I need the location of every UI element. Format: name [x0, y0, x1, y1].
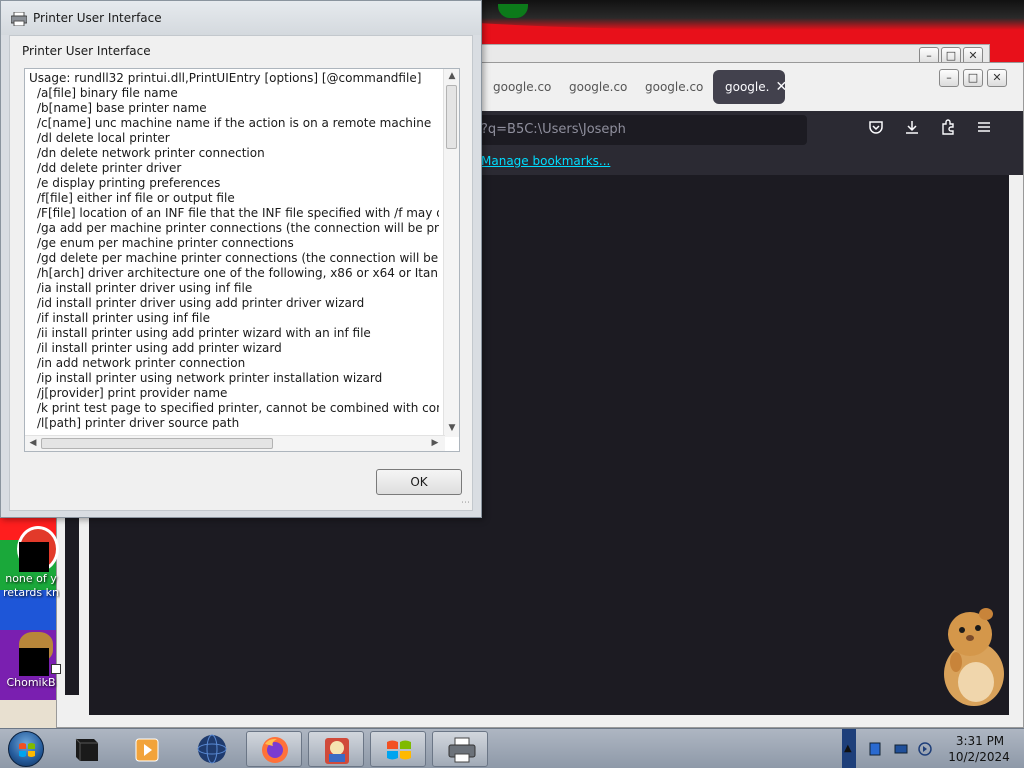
start-button[interactable]	[8, 731, 44, 767]
browser-tab-label: google.co	[493, 80, 552, 94]
taskbar-firefox-button[interactable]	[246, 731, 302, 767]
browser-tab-label: google.co	[645, 80, 704, 94]
pocket-icon[interactable]	[865, 119, 887, 141]
usage-text-box[interactable]: Usage: rundll32 printui.dll,PrintUIEntry…	[24, 68, 460, 452]
address-bar[interactable]: ?q=B5C:\Users\Joseph	[479, 115, 807, 145]
browser-tab-label: google.co	[569, 80, 628, 94]
browser-tab[interactable]: google.co	[557, 70, 633, 104]
vertical-scrollbar[interactable]: ▲ ▼	[443, 69, 459, 437]
firefox-tab-strip: google.co google.co google.co google. ✕	[481, 69, 785, 105]
usage-option-line: /a[file] binary file name	[37, 86, 178, 100]
manage-bookmarks-link[interactable]: Manage bookmarks...	[481, 154, 610, 168]
close-button[interactable]: ✕	[987, 69, 1007, 87]
scroll-left-arrow-icon[interactable]: ◀	[25, 438, 41, 448]
usage-option-line: /b[name] base printer name	[37, 101, 207, 115]
taskbar-globe-button[interactable]	[184, 731, 240, 767]
usage-option-line: /l[path] printer driver source path	[37, 416, 240, 430]
dialog-title: Printer User Interface	[33, 11, 162, 25]
taskbar: ▲ 3:31 PM 10/2/2024	[0, 728, 1024, 768]
usage-option-line: /dn delete network printer connection	[37, 146, 265, 160]
ok-button[interactable]: OK	[376, 469, 462, 495]
printer-ui-dialog: Printer User Interface Printer User Inte…	[0, 0, 482, 518]
close-tab-icon[interactable]: ✕	[775, 79, 785, 95]
browser-tab[interactable]: google.co	[481, 70, 557, 104]
usage-option-line: /ia install printer driver using inf fil…	[37, 281, 253, 295]
usage-option-line: /dd delete printer driver	[37, 161, 182, 175]
taskbar-media-player-button[interactable]	[120, 731, 176, 767]
dialog-body: Printer User Interface Usage: rundll32 p…	[9, 35, 473, 511]
taskbar-windows-button[interactable]	[370, 731, 426, 767]
dialog-heading: Printer User Interface	[22, 44, 151, 58]
usage-option-line: /h[arch] driver architecture one of the …	[37, 266, 439, 280]
usage-option-line: /if install printer using inf file	[37, 311, 210, 325]
desktop-icon-label: none of y	[5, 572, 57, 585]
downloads-icon[interactable]	[901, 119, 923, 141]
usage-option-line: /ii install printer using add printer wi…	[37, 326, 371, 340]
volume-icon[interactable]	[918, 741, 932, 756]
usage-option-line: /F[file] location of an INF file that th…	[37, 206, 439, 220]
tray-app-icon[interactable]	[868, 741, 882, 756]
usage-header-line: Usage: rundll32 printui.dll,PrintUIEntry…	[29, 71, 422, 85]
resize-grip-icon[interactable]: ⋯	[461, 498, 470, 508]
usage-option-line: /gd delete per machine printer connectio…	[37, 251, 439, 265]
extensions-icon[interactable]	[937, 119, 959, 141]
printer-icon	[10, 11, 28, 27]
hamster-image	[934, 604, 1010, 708]
clock-time[interactable]: 3:31 PM	[950, 734, 1010, 748]
taskbar-printer-button[interactable]	[432, 731, 488, 767]
usage-option-line: /il install printer using add printer wi…	[37, 341, 282, 355]
dialog-titlebar[interactable]: Printer User Interface	[1, 1, 481, 35]
menu-icon[interactable]	[973, 119, 995, 141]
usage-option-line: /id install printer driver using add pri…	[37, 296, 365, 310]
scroll-up-arrow-icon[interactable]: ▲	[444, 71, 459, 81]
vertical-scroll-thumb[interactable]	[446, 85, 457, 149]
browser-tab-label: google.	[725, 80, 770, 94]
horizontal-scroll-thumb[interactable]	[41, 438, 273, 449]
thumbnail-icon	[7, 526, 59, 572]
usage-option-line: /k print test page to specified printer,…	[37, 401, 439, 415]
usage-option-line: /ge enum per machine printer connections	[37, 236, 294, 250]
desktop-icon-none-of[interactable]: none of y retards kn	[2, 526, 60, 600]
clock-date[interactable]: 10/2/2024	[944, 750, 1014, 764]
usage-text: Usage: rundll32 printui.dll,PrintUIEntry…	[29, 71, 439, 433]
maximize-button[interactable]: □	[963, 69, 983, 87]
browser-tab[interactable]: google.co	[633, 70, 709, 104]
taskbar-terminal-button[interactable]	[60, 731, 116, 767]
usage-option-line: /f[file] either inf file or output file	[37, 191, 235, 205]
usage-option-line: /c[name] unc machine name if the action …	[37, 116, 432, 130]
system-tray: ▲ 3:31 PM 10/2/2024	[842, 729, 1024, 768]
usage-option-line: /ip install printer using network printe…	[37, 371, 383, 385]
usage-option-line: /in add network printer connection	[37, 356, 246, 370]
network-icon[interactable]	[894, 741, 908, 755]
desktop-icon-chomikb[interactable]: ChomikB	[2, 630, 61, 690]
browser-tab-active[interactable]: google. ✕	[713, 70, 785, 104]
minimize-button[interactable]: –	[939, 69, 959, 87]
show-hidden-icons-icon[interactable]: ▲	[844, 743, 858, 757]
scroll-right-arrow-icon[interactable]: ▶	[427, 438, 443, 448]
usage-option-line: /dl delete local printer	[37, 131, 170, 145]
usage-option-line: /j[provider] print provider name	[37, 386, 228, 400]
horizontal-scrollbar[interactable]: ◀ ▶	[25, 435, 445, 451]
usage-option-line: /ga add per machine printer connections …	[37, 221, 439, 235]
usage-option-line: /e display printing preferences	[37, 176, 221, 190]
scroll-down-arrow-icon[interactable]: ▼	[444, 423, 459, 433]
hamster-thumbnail-icon	[7, 630, 61, 676]
desktop-icon-label: ChomikB	[6, 676, 56, 689]
desktop-icon-label: retards kn	[3, 586, 59, 599]
taskbar-app-button[interactable]	[308, 731, 364, 767]
